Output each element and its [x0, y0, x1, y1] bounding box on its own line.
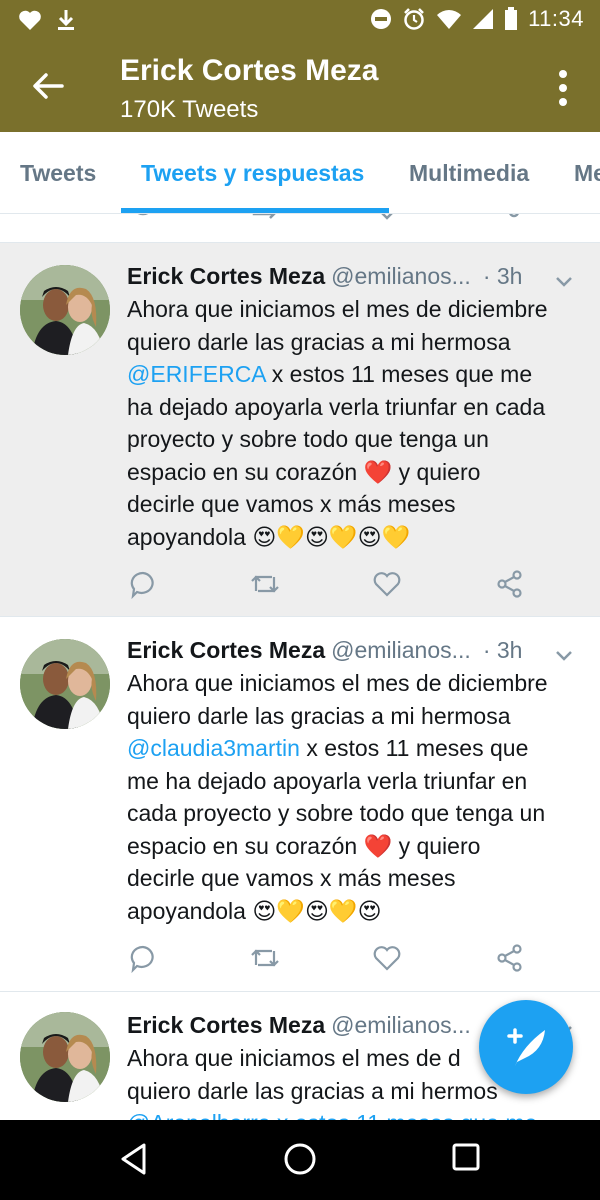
- tweet-text: Ahora que iniciamos el mes de diciembre …: [127, 670, 548, 925]
- mention-link[interactable]: @Arenalbarre x estos 11 meses que me: [127, 1107, 587, 1120]
- share-icon[interactable]: [495, 569, 525, 599]
- do-not-disturb-icon: [370, 8, 392, 30]
- compose-tweet-button[interactable]: [479, 1000, 573, 1094]
- tweet-item[interactable]: Erick Cortes Meza @emilianos... · 3h Ahora…: [0, 616, 600, 991]
- tweet-item[interactable]: Erick Cortes Meza @emilianos... · 3h Ahora…: [0, 242, 600, 616]
- more-options-icon[interactable]: [556, 68, 570, 108]
- status-bar: 11:34: [0, 0, 600, 40]
- profile-tabs: Tweets Tweets y respuestas Multimedia Me: [0, 132, 600, 214]
- retweet-icon[interactable]: [248, 569, 282, 599]
- retweet-icon[interactable]: [250, 214, 282, 226]
- previous-tweet-actions: [0, 214, 600, 242]
- author-handle[interactable]: @emilianos...: [331, 263, 471, 289]
- tab-tweets-y-respuestas[interactable]: Tweets y respuestas: [141, 160, 364, 187]
- author-name[interactable]: Erick Cortes Meza: [127, 263, 325, 289]
- avatar[interactable]: [20, 639, 110, 729]
- author-handle[interactable]: @emilianos...: [331, 637, 471, 663]
- tab-me[interactable]: Me: [574, 160, 600, 187]
- tweet-time: · 3h: [482, 263, 523, 289]
- tab-multimedia[interactable]: Multimedia: [409, 160, 529, 187]
- wifi-icon: [436, 8, 462, 30]
- tweet-text: Ahora que iniciamos el mes de diciembre …: [127, 296, 548, 551]
- reply-icon[interactable]: [128, 214, 158, 226]
- tweet-feed[interactable]: Erick Cortes Meza @emilianos... · 3h Ahora…: [0, 214, 600, 1120]
- like-icon[interactable]: [372, 943, 402, 973]
- tweet-header: Erick Cortes Meza @emilianos...: [127, 1012, 471, 1039]
- like-icon[interactable]: [372, 214, 402, 226]
- reply-icon[interactable]: [128, 943, 158, 973]
- red-heart-emoji: ❤️: [363, 832, 393, 859]
- profile-title: Erick Cortes Meza: [120, 54, 379, 87]
- emoji-sequence: 😍💛😍💛😍: [252, 898, 382, 925]
- heart-icon: [18, 9, 42, 31]
- red-heart-emoji: ❤️: [363, 458, 393, 485]
- clock-time: 11:34: [528, 6, 584, 31]
- author-name[interactable]: Erick Cortes Meza: [127, 637, 325, 663]
- alarm-icon: [402, 7, 426, 31]
- battery-icon: [504, 7, 518, 31]
- chevron-down-icon[interactable]: [554, 649, 574, 663]
- back-arrow-icon[interactable]: [28, 66, 68, 106]
- mention-link[interactable]: @claudia3martin: [127, 735, 300, 761]
- emoji-sequence: 😍💛😍💛😍💛: [252, 524, 411, 551]
- tweet-header: Erick Cortes Meza @emilianos... · 3h: [127, 263, 522, 290]
- active-tab-indicator: [121, 208, 389, 213]
- app-bar: Erick Cortes Meza 170K Tweets: [0, 40, 600, 132]
- avatar[interactable]: [20, 1012, 110, 1102]
- retweet-icon[interactable]: [248, 943, 282, 973]
- tab-tweets[interactable]: Tweets: [20, 160, 96, 187]
- author-name[interactable]: Erick Cortes Meza: [127, 1012, 325, 1038]
- mention-link[interactable]: @ERIFERCA: [127, 361, 265, 387]
- tweet-count: 170K Tweets: [120, 96, 259, 123]
- recents-square-icon[interactable]: [451, 1142, 481, 1172]
- author-handle[interactable]: @emilianos...: [331, 1012, 471, 1038]
- share-icon[interactable]: [496, 214, 526, 226]
- back-triangle-icon[interactable]: [118, 1142, 150, 1176]
- tweet-actions: [0, 569, 600, 609]
- reply-icon[interactable]: [128, 569, 158, 599]
- chevron-down-icon[interactable]: [554, 275, 574, 289]
- download-icon: [56, 8, 76, 32]
- tweet-actions: [0, 943, 600, 983]
- share-icon[interactable]: [495, 943, 525, 973]
- tweet-time: · 3h: [482, 637, 523, 663]
- avatar[interactable]: [20, 265, 110, 355]
- signal-icon: [472, 8, 494, 30]
- home-circle-icon[interactable]: [283, 1142, 317, 1176]
- like-icon[interactable]: [372, 569, 402, 599]
- navigation-bar: [0, 1120, 600, 1200]
- tweet-header: Erick Cortes Meza @emilianos... · 3h: [127, 637, 522, 664]
- compose-feather-icon: [507, 1028, 545, 1066]
